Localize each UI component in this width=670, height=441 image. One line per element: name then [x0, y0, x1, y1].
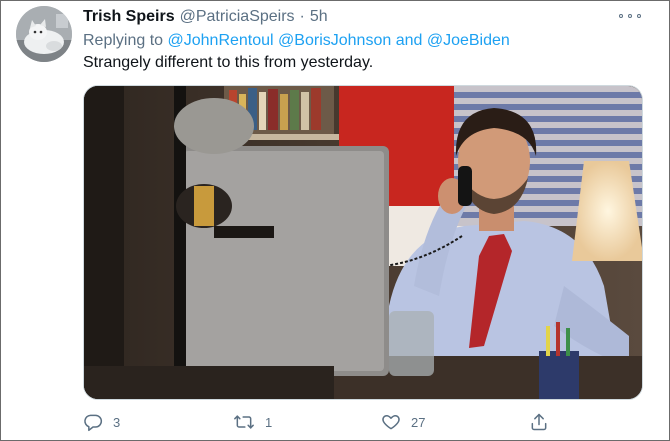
- reply-conjunction[interactable]: and: [396, 32, 423, 49]
- cat-avatar-photo: [16, 6, 72, 62]
- tweet-card[interactable]: Trish Speirs @PatriciaSpeirs · 5h Replyi…: [0, 0, 670, 441]
- tweet-timestamp[interactable]: 5h: [310, 8, 328, 26]
- photo-man-on-phone: [84, 86, 642, 399]
- like-button[interactable]: 27: [381, 411, 425, 433]
- more-horizontal-icon: [619, 14, 623, 18]
- retweet-count: 1: [265, 414, 273, 430]
- avatar[interactable]: [16, 6, 72, 62]
- tweet-text: Strangely different to this from yesterd…: [83, 54, 374, 71]
- more-options-button[interactable]: [619, 9, 641, 23]
- reply-icon: [84, 414, 103, 432]
- reply-context: Replying to @JohnRentoul @BorisJohnson a…: [83, 32, 510, 50]
- mention-link-joebiden[interactable]: @JoeBiden: [427, 32, 510, 49]
- mention-link-borisjohnson[interactable]: @BorisJohnson: [278, 32, 391, 49]
- reply-button[interactable]: 3: [83, 411, 120, 433]
- share-icon: [531, 413, 547, 431]
- tweet-header: Trish Speirs @PatriciaSpeirs · 5h: [83, 7, 328, 27]
- retweet-icon: [234, 415, 254, 429]
- retweet-button[interactable]: 1: [233, 411, 272, 433]
- separator-dot: ·: [299, 8, 305, 25]
- tweet-actions: 3 1 27: [83, 411, 563, 433]
- mention-link-johnrentoul[interactable]: @JohnRentoul: [168, 32, 274, 49]
- like-count: 27: [411, 414, 426, 430]
- replying-to-label: Replying to: [83, 32, 164, 49]
- heart-icon: [382, 415, 400, 430]
- share-button[interactable]: [529, 411, 549, 433]
- author-display-name[interactable]: Trish Speirs: [83, 8, 175, 26]
- tweet-photo[interactable]: [83, 85, 643, 400]
- author-handle[interactable]: @PatriciaSpeirs: [180, 8, 295, 26]
- reply-count: 3: [113, 414, 121, 430]
